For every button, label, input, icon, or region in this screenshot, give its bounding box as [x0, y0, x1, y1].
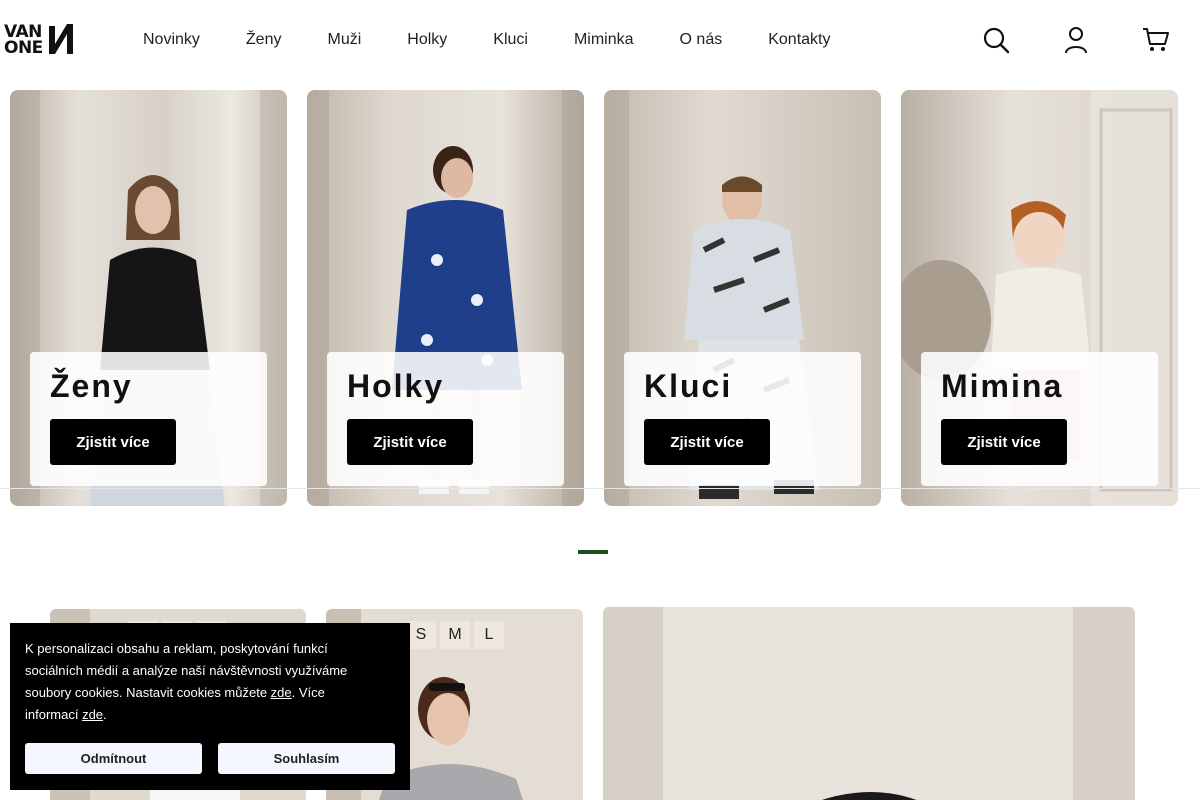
- category-carousel: Ženy Zjistit více Holky Zjistit více Klu…: [10, 90, 1180, 506]
- user-icon[interactable]: [1062, 22, 1090, 58]
- nav-item-muzi[interactable]: Muži: [327, 31, 361, 49]
- category-overlay-panel: Mimina Zjistit více: [921, 352, 1158, 486]
- size-option[interactable]: L: [474, 621, 504, 649]
- learn-more-button[interactable]: Zjistit více: [50, 419, 176, 465]
- decline-cookies-button[interactable]: Odmítnout: [25, 743, 202, 774]
- nav-item-kontakty[interactable]: Kontakty: [768, 31, 830, 49]
- nav-item-miminka[interactable]: Miminka: [574, 31, 634, 49]
- cookie-consent-banner: K personalizaci obsahu a reklam, poskyto…: [10, 623, 410, 790]
- section-divider: [0, 488, 1200, 489]
- learn-more-button[interactable]: Zjistit více: [644, 419, 770, 465]
- size-options: S M L: [406, 621, 504, 649]
- cart-icon[interactable]: [1142, 22, 1170, 58]
- category-title: Mimina: [941, 368, 1064, 404]
- main-navigation: Novinky Ženy Muži Holky Kluci Miminka O …: [120, 0, 853, 80]
- size-option[interactable]: M: [440, 621, 470, 649]
- learn-more-button[interactable]: Zjistit více: [941, 419, 1067, 465]
- logo-text: VAN ONE: [4, 22, 43, 58]
- accept-cookies-button[interactable]: Souhlasím: [218, 743, 395, 774]
- product-photo: [603, 607, 1135, 800]
- nav-item-o-nas[interactable]: O nás: [680, 31, 723, 49]
- cookie-info-link[interactable]: zde: [82, 707, 103, 722]
- carousel-indicator[interactable]: [578, 550, 608, 554]
- brand-mark-icon: [48, 24, 73, 54]
- nav-item-holky[interactable]: Holky: [407, 31, 447, 49]
- cookie-settings-link[interactable]: zde: [271, 685, 292, 700]
- brand-logo[interactable]: VAN ONE: [4, 20, 94, 60]
- nav-item-kluci[interactable]: Kluci: [493, 31, 528, 49]
- featured-product-card[interactable]: [603, 607, 1135, 800]
- nav-item-zeny[interactable]: Ženy: [246, 31, 282, 49]
- category-overlay-panel: Holky Zjistit více: [327, 352, 564, 486]
- site-header: VAN ONE Novinky Ženy Muži Holky Kluci Mi…: [0, 0, 1200, 80]
- category-title: Holky: [347, 368, 445, 404]
- category-overlay-panel: Ženy Zjistit více: [30, 352, 267, 486]
- category-card-kluci[interactable]: Kluci Zjistit více: [604, 90, 881, 506]
- nav-item-novinky[interactable]: Novinky: [143, 31, 200, 49]
- size-option[interactable]: S: [406, 621, 436, 649]
- category-card-holky[interactable]: Holky Zjistit více: [307, 90, 584, 506]
- category-title: Ženy: [50, 368, 133, 404]
- category-title: Kluci: [644, 368, 733, 404]
- category-card-mimina[interactable]: Mimina Zjistit více: [901, 90, 1178, 506]
- category-overlay-panel: Kluci Zjistit více: [624, 352, 861, 486]
- learn-more-button[interactable]: Zjistit více: [347, 419, 473, 465]
- cookie-text: K personalizaci obsahu a reklam, poskyto…: [25, 641, 348, 722]
- search-icon[interactable]: [982, 22, 1010, 58]
- header-actions: [982, 22, 1170, 58]
- category-card-zeny[interactable]: Ženy Zjistit více: [10, 90, 287, 506]
